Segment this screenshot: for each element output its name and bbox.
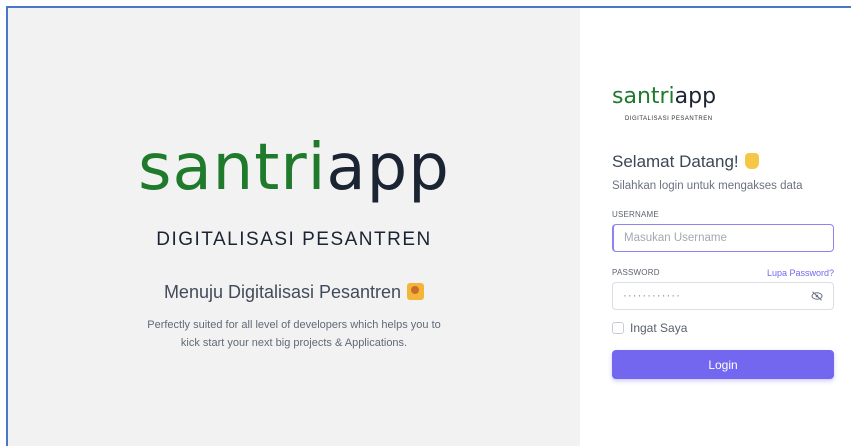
login-button[interactable]: Login xyxy=(612,350,834,379)
forgot-password-link[interactable]: Lupa Password? xyxy=(767,268,834,278)
eye-off-icon[interactable] xyxy=(811,291,823,301)
hero-description-line: kick start your next big projects & Appl… xyxy=(180,337,408,349)
remember-checkbox[interactable] xyxy=(612,322,624,334)
panel-logo-santri: santri xyxy=(612,84,675,109)
hero-logo-santri: santri xyxy=(138,131,327,205)
username-label: USERNAME xyxy=(612,210,659,219)
password-input[interactable]: ············ xyxy=(612,282,834,310)
welcome-heading: Selamat Datang! xyxy=(612,152,759,172)
hero-logo-app: app xyxy=(326,131,450,205)
panel-logo-app: app xyxy=(674,84,717,109)
hero-tagline-text: Menuju Digitalisasi Pesantren xyxy=(163,282,402,302)
panel-logo-subtitle: DIGITALISASI PESANTREN xyxy=(625,116,713,122)
hero-tagline: Menuju Digitalisasi Pesantren xyxy=(8,282,580,303)
login-panel: santriapp DIGITALISASI PESANTREN Selamat… xyxy=(580,8,853,446)
hero-description: Perfectly suited for all level of develo… xyxy=(8,316,580,352)
welcome-subtitle: Silahkan login untuk mengakses data xyxy=(612,180,803,192)
hero-panel: santriapp DIGITALISASI PESANTREN Menuju … xyxy=(8,8,580,446)
welcome-text: Selamat Datang! xyxy=(612,152,739,171)
username-input[interactable] xyxy=(612,224,834,252)
panel-logo: santriapp xyxy=(612,86,716,108)
hero-subtitle: DIGITALISASI PESANTREN xyxy=(156,229,432,250)
hero-description-line: Perfectly suited for all level of develo… xyxy=(147,319,441,331)
remember-label[interactable]: Ingat Saya xyxy=(630,321,687,335)
waving-hand-icon xyxy=(744,153,759,169)
hero-logo: santriapp xyxy=(8,136,580,200)
password-label: PASSWORD xyxy=(612,268,660,277)
party-emoji-icon xyxy=(407,283,425,300)
